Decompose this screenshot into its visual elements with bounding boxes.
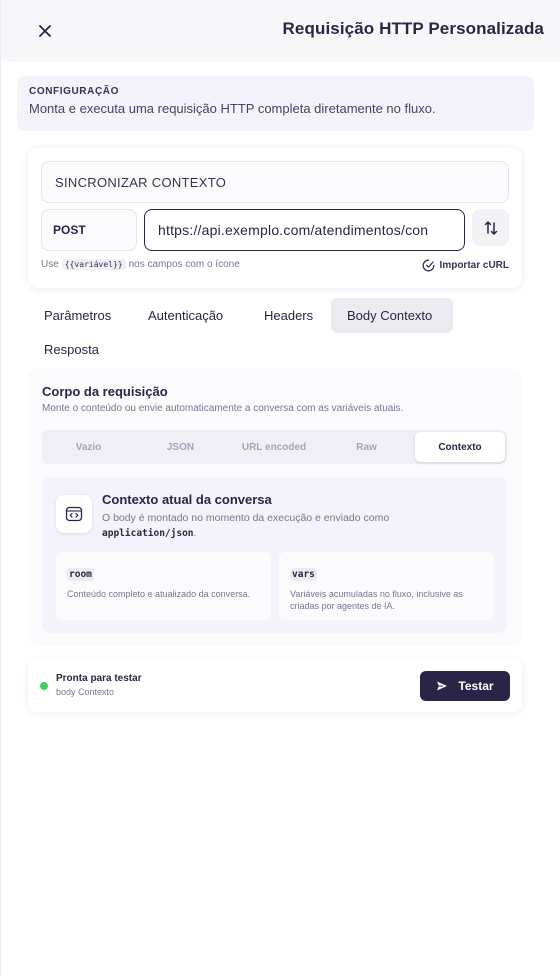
variable-hint: Use {{variável}} nos campos com o ícone [41,259,240,270]
context-desc-end: . [193,527,197,539]
var-name: vars [290,568,317,581]
close-icon [39,25,51,37]
tab-headers[interactable]: Headers [248,298,329,333]
import-icon [422,259,434,272]
test-button-label: Testar [458,679,494,693]
context-box: Contexto atual da conversa O body é mont… [42,477,507,633]
swap-icon [484,220,497,235]
var-description: Variáveis acumuladas no fluxo, inclusive… [290,589,463,611]
close-button[interactable] [33,19,57,43]
import-curl-label: Importar cURL [439,260,509,271]
context-desc-code: application/json [102,528,194,539]
status-dot [40,682,48,690]
page-title: Requisição HTTP Personalizada [282,19,544,38]
mode-json[interactable]: JSON [136,432,225,462]
mode-raw[interactable]: Raw [322,432,411,462]
context-description: O body é montado no momento da execução … [102,511,492,541]
tab-autenticacao[interactable]: Autenticação [132,298,239,333]
url-input[interactable]: https://api.exemplo.com/atendimentos/con [144,209,465,251]
request-name-input[interactable]: SINCRONIZAR CONTEXTO [41,161,509,203]
var-name: room [67,568,94,581]
test-button[interactable]: Testar [420,671,510,701]
var-card-room: room Conteúdo completo e atualizado da c… [56,552,271,620]
hint-code: {{variável}} [61,259,126,270]
send-icon [437,681,448,691]
request-card: SINCRONIZAR CONTEXTO POST https://api.ex… [28,148,522,288]
var-card-vars: vars Variáveis acumuladas no fluxo, incl… [279,552,494,620]
var-description: Conteúdo completo e atualizado da conver… [67,589,251,599]
context-desc-text: O body é montado no momento da execução … [102,512,390,524]
config-description: Monta e executa uma requisição HTTP comp… [29,101,436,116]
method-select[interactable]: POST [41,209,137,251]
config-card: CONFIGURAÇÃO Monta e executa uma requisi… [17,76,534,131]
context-icon-tile [56,495,92,533]
status-sub: body Contexto [56,687,115,697]
tab-resposta[interactable]: Resposta [28,332,115,367]
tab-body-contexto[interactable]: Body Contexto [331,298,453,333]
body-card: Corpo da requisição Monte o conteúdo ou … [28,368,522,646]
mode-contexto[interactable]: Contexto [415,432,505,462]
mode-vazio[interactable]: Vazio [44,432,133,462]
body-mode-selector: Vazio JSON URL encoded Raw Contexto [42,430,507,464]
body-title: Corpo da requisição [42,384,168,399]
mode-url-encoded[interactable]: URL encoded [228,432,320,462]
hint-prefix: Use [41,259,59,270]
status-label: Pronta para testar [56,673,142,684]
http-request-panel: Requisição HTTP Personalizada CONFIGURAÇ… [0,0,560,976]
test-footer: Pronta para testar body Contexto Testar [28,659,522,712]
tab-parametros[interactable]: Parâmetros [28,298,127,333]
import-curl-button[interactable]: Importar cURL [422,259,509,272]
body-subtitle: Monte o conteúdo ou envie automaticament… [42,403,404,414]
code-brackets-icon [65,506,83,522]
panel-header: Requisição HTTP Personalizada [1,0,560,62]
swap-button[interactable] [472,209,509,246]
config-label: CONFIGURAÇÃO [29,86,119,97]
context-title: Contexto atual da conversa [102,492,272,507]
hint-suffix: nos campos com o ícone [128,259,240,270]
